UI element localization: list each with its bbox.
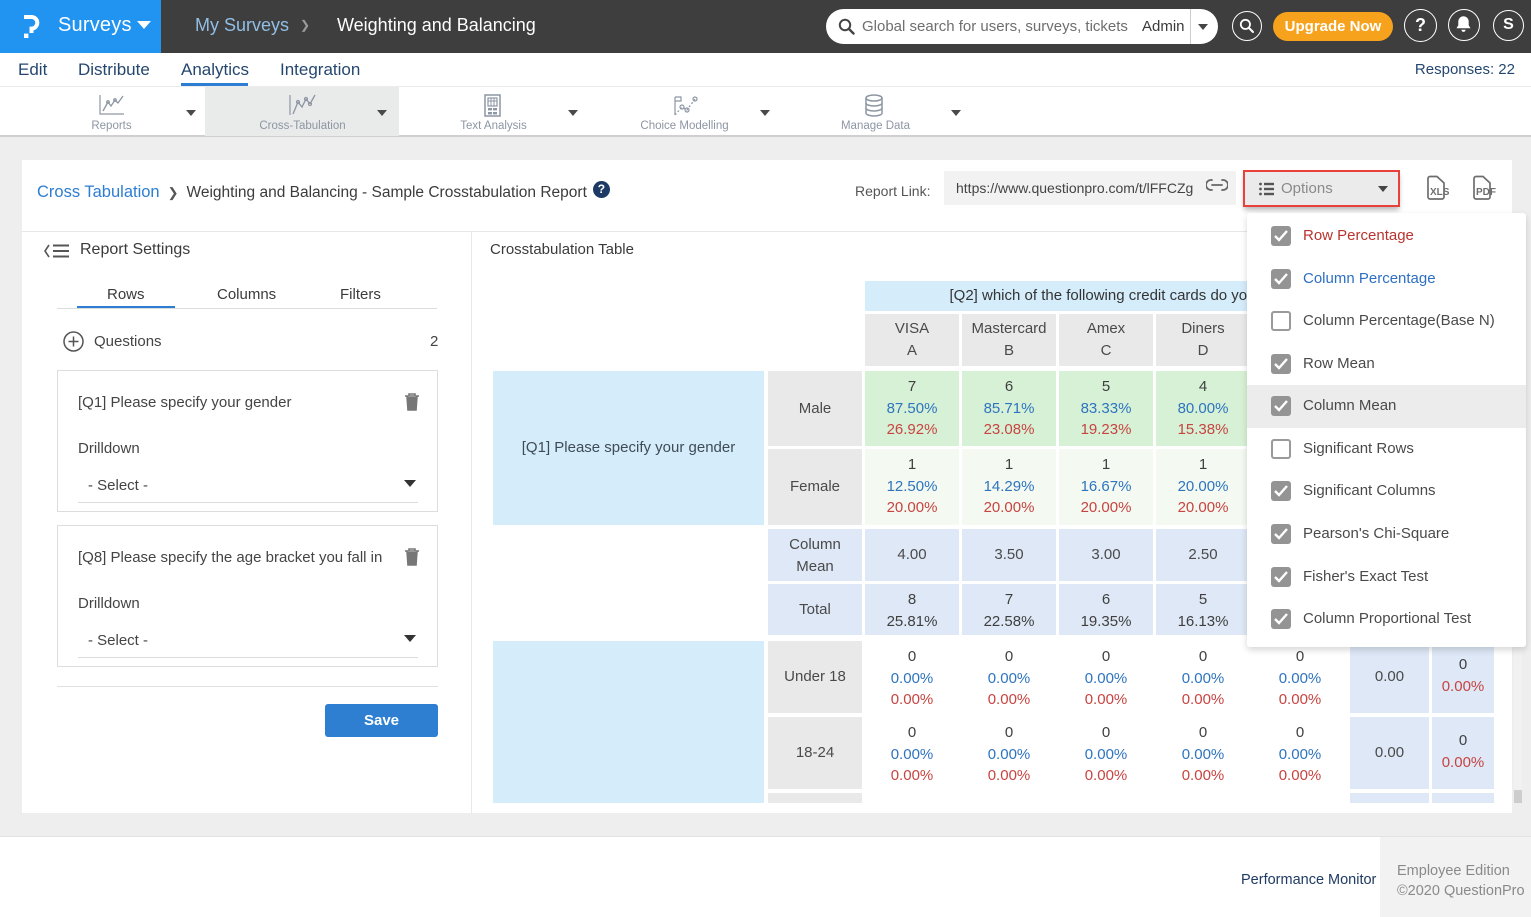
svg-text:PDF: PDF (1476, 187, 1496, 198)
svg-text:XLS: XLS (1430, 187, 1450, 198)
